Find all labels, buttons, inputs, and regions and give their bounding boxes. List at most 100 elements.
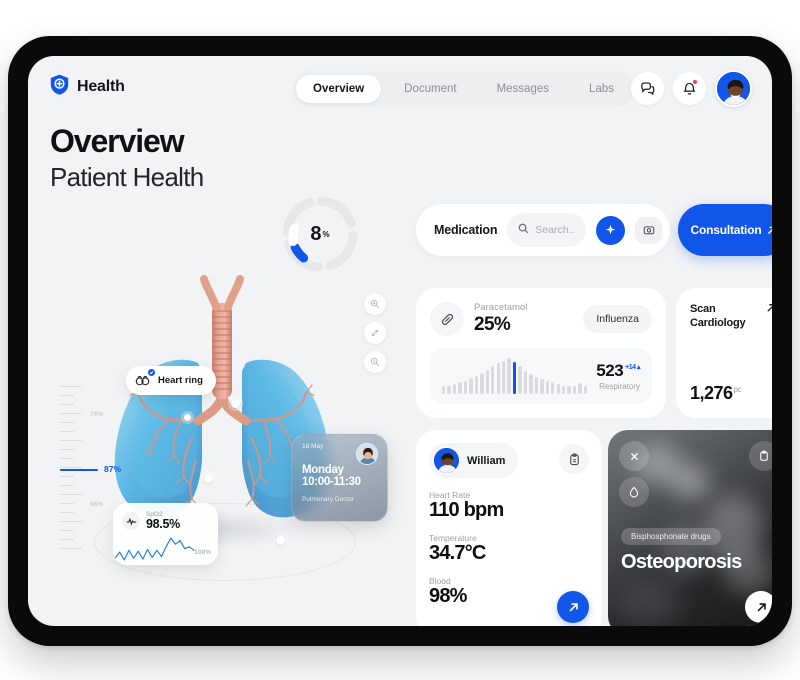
- osteoporosis-card: Bisphosphonate drugs Osteoporosis: [608, 430, 772, 626]
- respiratory-chart: 523 +14 ▴ Respiratory: [430, 348, 652, 404]
- vital-value: 34.7°C: [429, 542, 486, 564]
- camera-button[interactable]: [635, 216, 662, 244]
- vital-heart-rate: Heart Rate 110 bpm: [429, 490, 589, 522]
- search-field-wrapper[interactable]: [507, 213, 586, 247]
- scan-title: Scan Cardiology: [690, 303, 746, 330]
- bar: [518, 366, 522, 394]
- spo2-max-label: 100%: [194, 549, 211, 556]
- scan-cardiology-card[interactable]: Scan Cardiology 1,276pc: [676, 288, 772, 418]
- bar: [491, 366, 495, 394]
- bar: [496, 363, 500, 394]
- patient-chip[interactable]: William: [429, 443, 519, 478]
- respiratory-readout: 523 +14 ▴ Respiratory: [596, 361, 640, 391]
- arrow-up-right-icon: [768, 226, 772, 234]
- model-marker[interactable]: [204, 474, 213, 483]
- zoom-out-icon: [370, 357, 380, 367]
- drug-class-tag: Bisphosphonate drugs: [621, 528, 721, 545]
- scale-tick: [60, 458, 74, 459]
- scale-tick: [60, 485, 74, 486]
- scale-tick: [60, 539, 74, 540]
- bar: [469, 378, 473, 394]
- notification-badge: [692, 79, 698, 85]
- tab-messages[interactable]: Messages: [480, 75, 566, 103]
- consultation-button[interactable]: Consultation: [678, 204, 772, 256]
- spo2-value: 98.5%: [146, 517, 180, 531]
- bar: [540, 379, 544, 394]
- heart-ring-widget[interactable]: Heart ring: [126, 366, 216, 395]
- bar-chart: [442, 358, 588, 394]
- bar: [561, 386, 566, 394]
- bar: [507, 358, 511, 394]
- tab-labs[interactable]: Labs: [572, 75, 631, 103]
- scale-tick: [60, 431, 74, 432]
- model-marker[interactable]: [276, 536, 285, 545]
- clipboard-button[interactable]: [559, 444, 589, 474]
- gauge-value: 8: [310, 222, 322, 245]
- doctor-avatar: [356, 443, 378, 465]
- zoom-in-button[interactable]: [364, 293, 386, 315]
- condition-tag[interactable]: Influenza: [583, 305, 652, 333]
- bar: [523, 371, 528, 394]
- spo2-widget[interactable]: SpO2 98.5% 100%: [113, 503, 218, 565]
- bar: [572, 386, 577, 394]
- scan-value: 1,276: [690, 383, 733, 403]
- scale-tick: [60, 476, 74, 477]
- vital-value: 110 bpm: [429, 499, 504, 521]
- gauge-unit: %: [322, 229, 330, 239]
- pulse-icon: [122, 512, 140, 530]
- osteoporosis-title: Osteoporosis: [621, 551, 742, 573]
- scan-value-group: 1,276pc: [690, 383, 742, 404]
- medication-percent: 25%: [474, 314, 511, 335]
- close-icon: [630, 452, 638, 460]
- expand-button[interactable]: [364, 322, 386, 344]
- bar: [458, 382, 462, 394]
- scale-highlight-tick: [60, 469, 98, 471]
- bar: [447, 386, 451, 394]
- spo2-header: SpO2 98.5%: [122, 511, 209, 531]
- scale-tick: [60, 386, 82, 387]
- vitals-detail-button[interactable]: [557, 591, 589, 623]
- medication-info: Paracetamol 25%: [474, 302, 527, 336]
- scale-tick: [60, 422, 74, 423]
- scale-tick: [60, 512, 74, 513]
- bar: [567, 386, 571, 394]
- bar: [501, 361, 506, 394]
- scale-tick: [60, 503, 74, 504]
- bar: [452, 384, 457, 394]
- user-avatar[interactable]: [715, 70, 752, 107]
- chat-bubbles-button[interactable]: [631, 72, 664, 105]
- page-heading: Overview Patient Health: [50, 123, 204, 193]
- model-marker[interactable]: [231, 399, 240, 408]
- brand-logo[interactable]: Health: [50, 74, 125, 100]
- tab-document[interactable]: Document: [387, 75, 473, 103]
- patient-name: William: [467, 454, 506, 467]
- arrow-up-right-icon[interactable]: [765, 301, 772, 319]
- bar: [583, 386, 588, 394]
- expand-icon: [371, 329, 379, 337]
- medication-toolbar: Medication: [416, 204, 670, 256]
- vital-temperature: Temperature 34.7°C: [429, 533, 589, 565]
- appointment-widget[interactable]: 18 May Monday 10:00-11:30 Pulmonary Doct…: [291, 434, 388, 522]
- tab-overview[interactable]: Overview: [296, 75, 382, 103]
- pill-icon: [430, 302, 464, 336]
- bar: [545, 381, 549, 394]
- search-input[interactable]: [535, 224, 575, 236]
- notifications-button[interactable]: [673, 72, 706, 105]
- spo2-readout: SpO2 98.5%: [146, 511, 180, 531]
- scale-tick: [60, 413, 82, 414]
- bar: [556, 384, 560, 394]
- close-button[interactable]: [619, 441, 649, 471]
- model-marker[interactable]: [184, 414, 191, 421]
- respiratory-value: 523: [596, 361, 624, 380]
- osteoporosis-detail-button[interactable]: [745, 591, 772, 623]
- zoom-out-button[interactable]: [364, 351, 386, 373]
- patient-vitals-card: William Heart Rate 110 bpm Temperature 3…: [416, 430, 602, 626]
- droplet-button[interactable]: [619, 477, 649, 507]
- osteo-clipboard-button[interactable]: [749, 441, 772, 471]
- scale-tick: [60, 467, 82, 468]
- arrow-up-right-icon: [568, 602, 578, 612]
- scale-tick: [60, 530, 74, 531]
- osteo-text-block: Bisphosphonate drugs Osteoporosis: [621, 526, 742, 574]
- ai-sparkle-button[interactable]: [596, 215, 625, 245]
- zoom-in-icon: [370, 299, 380, 309]
